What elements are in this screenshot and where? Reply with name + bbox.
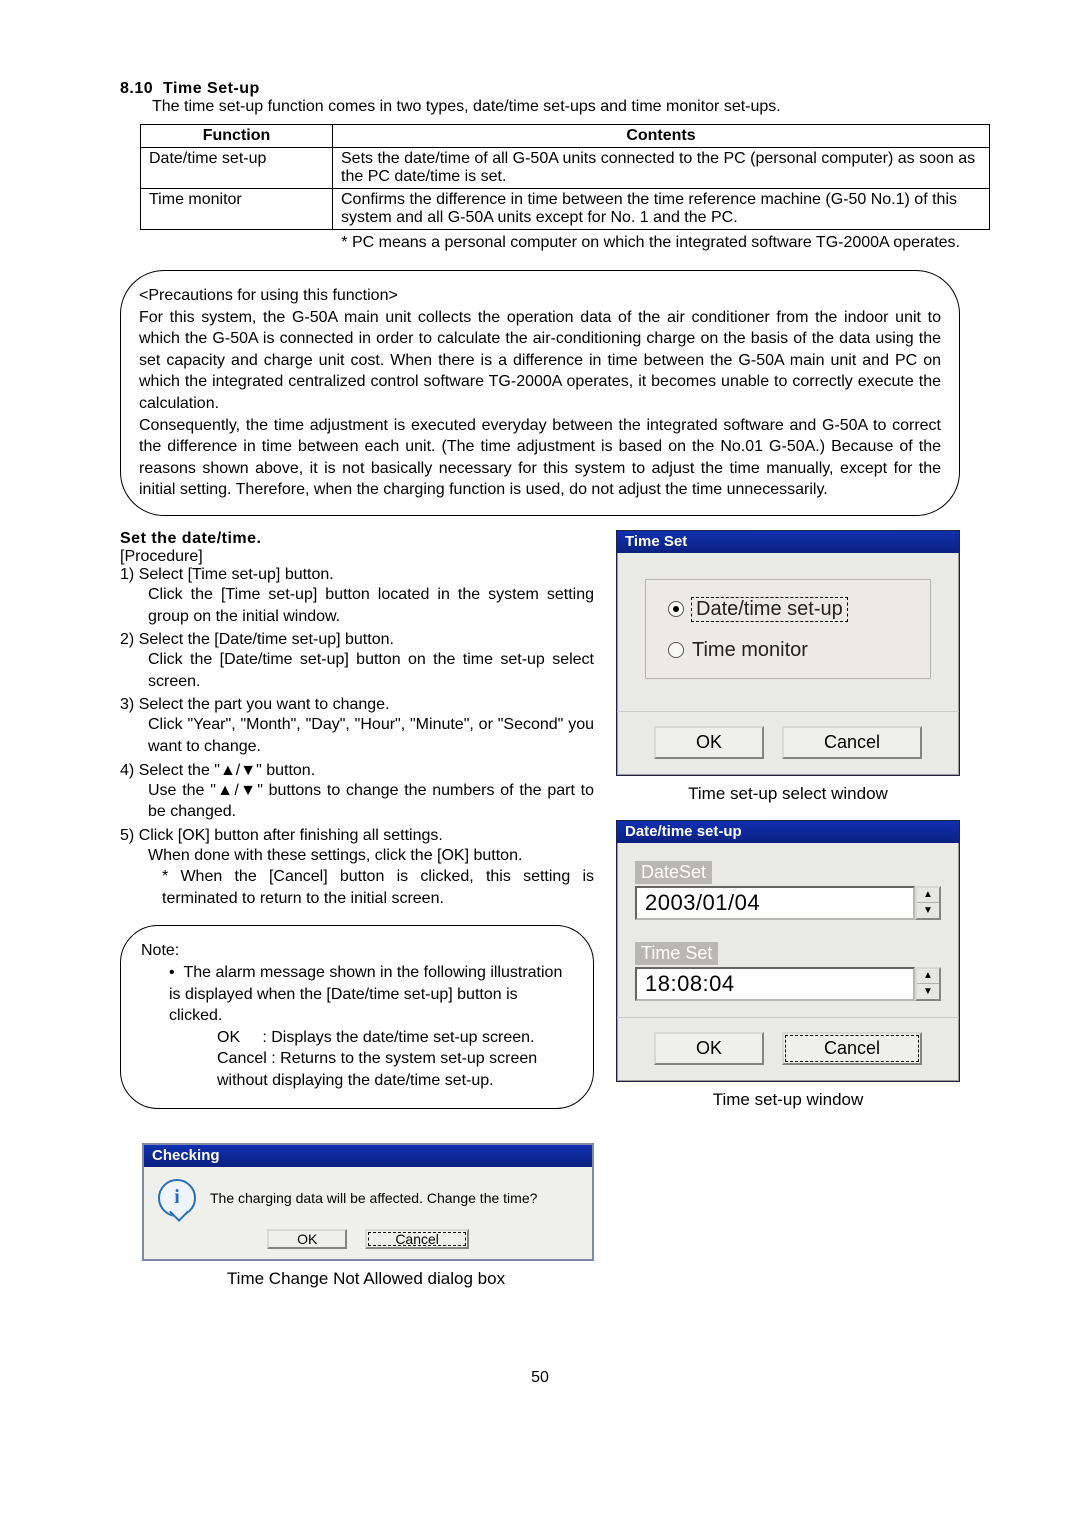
step-num: 3) [120,696,134,713]
checking-dialog: Checking i The charging data will be aff… [142,1143,594,1261]
section-title: Time Set-up [163,80,260,97]
datetime-setup-window: Date/time set-up DateSet 2003/01/04 ▲ ▼ … [616,820,960,1082]
fn-name: Time monitor [141,189,333,230]
time-set-window: Time Set Date/time set-up Time monitor [616,530,960,776]
section-intro: The time set-up function comes in two ty… [152,98,960,116]
time-input[interactable]: 18:08:04 [635,967,915,1001]
step-sub: * When the [Cancel] button is clicked, t… [162,866,594,909]
date-spinner[interactable]: ▲ ▼ [915,886,941,920]
fn-desc: Confirms the difference in time between … [333,189,990,230]
table-row: Time monitor Confirms the difference in … [141,189,990,230]
step-body: Click "Year", "Month", "Day", "Hour", "M… [148,714,594,757]
bullet-icon: • [169,964,175,981]
datetime-ok-button[interactable]: OK [654,1032,764,1065]
fn-name: Date/time set-up [141,148,333,189]
time-set-title: Time Set [617,531,959,553]
step-head: Select the part you want to change. [139,696,390,713]
step-body: Use the "▲/▼" buttons to change the numb… [148,780,594,823]
step-head: Click [OK] button after finishing all se… [139,827,443,844]
spinner-up-icon[interactable]: ▲ [917,969,939,985]
section-number: 8.10 [120,80,153,97]
table-row: Date/time set-up Sets the date/time of a… [141,148,990,189]
precautions-p2: Consequently, the time adjustment is exe… [139,415,941,501]
timeset-label: Time Set [635,942,718,965]
step-body: When done with these settings, click the… [148,845,594,867]
fn-desc: Sets the date/time of all G-50A units co… [333,148,990,189]
step-head: Select the "▲/▼" button. [139,762,315,779]
spinner-down-icon[interactable]: ▼ [917,984,939,999]
checking-title: Checking [144,1145,592,1167]
step-body: Click the [Date/time set-up] button on t… [148,649,594,692]
time-set-ok-button[interactable]: OK [654,726,764,759]
precautions-heading: <Precautions for using this function> [139,285,941,307]
note-heading: Note: [141,940,575,962]
step-num: 4) [120,762,134,779]
time-spinner[interactable]: ▲ ▼ [915,967,941,1001]
radio-label: Date/time set-up [692,598,847,621]
spinner-up-icon[interactable]: ▲ [917,888,939,904]
time-set-cancel-button[interactable]: Cancel [782,726,922,759]
step-body: Click the [Time set-up] button located i… [148,584,594,627]
info-icon: i [158,1179,196,1217]
note-box: Note: • The alarm message shown in the f… [120,925,594,1108]
function-table: Function Contents Date/time set-up Sets … [140,124,990,230]
datetime-setup-title: Date/time set-up [617,821,959,843]
radio-dot-icon [668,601,684,617]
step-head: Select [Time set-up] button. [139,566,334,583]
dateset-label: DateSet [635,861,712,884]
procedure-list: 1) Select [Time set-up] button. Click th… [120,566,594,910]
step-num: 2) [120,631,134,648]
time-set-radio-group: Date/time set-up Time monitor [645,579,931,679]
time-set-caption: Time set-up select window [616,784,960,804]
step-num: 1) [120,566,134,583]
checking-cancel-button[interactable]: Cancel [365,1229,469,1249]
note-ok-desc: : Displays the date/time set-up screen. [262,1029,534,1046]
precautions-box: <Precautions for using this function> Fo… [120,270,960,516]
procedure-label: [Procedure] [120,548,594,566]
radio-label: Time monitor [692,639,808,662]
step-num: 5) [120,827,134,844]
procedure-title: Set the date/time. [120,530,594,548]
checking-ok-button[interactable]: OK [267,1229,347,1249]
page-number: 50 [120,1369,960,1387]
table-footnote: * PC means a personal computer on which … [120,234,960,252]
spinner-down-icon[interactable]: ▼ [917,903,939,918]
checking-message: The charging data will be affected. Chan… [210,1190,537,1206]
radio-dot-icon [668,642,684,658]
precautions-p1: For this system, the G-50A main unit col… [139,307,941,415]
note-ok-label: OK [217,1029,240,1046]
datetime-cancel-button[interactable]: Cancel [782,1032,922,1065]
date-input[interactable]: 2003/01/04 [635,886,915,920]
note-bullet: The alarm message shown in the following… [169,964,562,1024]
note-cancel-label: Cancel [217,1050,267,1067]
th-contents: Contents [333,125,990,148]
th-function: Function [141,125,333,148]
datetime-caption: Time set-up window [616,1090,960,1110]
step-head: Select the [Date/time set-up] button. [139,631,394,648]
checking-caption: Time Change Not Allowed dialog box [142,1269,590,1289]
radio-time-monitor[interactable]: Time monitor [668,639,908,662]
radio-datetime-setup[interactable]: Date/time set-up [668,598,908,621]
